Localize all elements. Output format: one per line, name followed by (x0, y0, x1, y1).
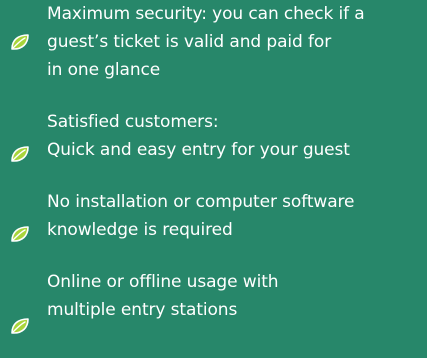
feature-text: No installation or computer software kno… (47, 188, 427, 244)
feature-line: No installation or computer software (47, 192, 355, 212)
feature-text: Maximum security: you can check if a gue… (47, 0, 427, 84)
feature-text: Satisfied customers: Quick and easy entr… (47, 108, 427, 164)
leaf-icon (10, 144, 30, 164)
feature-line: multiple entry stations (47, 300, 238, 320)
feature-text: Online or offline usage with multiple en… (47, 268, 427, 324)
feature-line: Satisfied customers: (47, 112, 219, 132)
feature-line: Quick and easy entry for your guest (47, 140, 350, 160)
feature-line: Online or offline usage with (47, 272, 279, 292)
feature-line: Maximum security: you can check if a (47, 4, 365, 24)
feature-line: knowledge is required (47, 220, 233, 240)
leaf-icon (10, 224, 30, 244)
feature-list: Maximum security: you can check if a gue… (0, 0, 427, 358)
leaf-icon (10, 32, 30, 52)
feature-line: in one glance (47, 60, 161, 80)
leaf-icon (10, 316, 30, 336)
feature-line: guest’s ticket is valid and paid for (47, 32, 332, 52)
